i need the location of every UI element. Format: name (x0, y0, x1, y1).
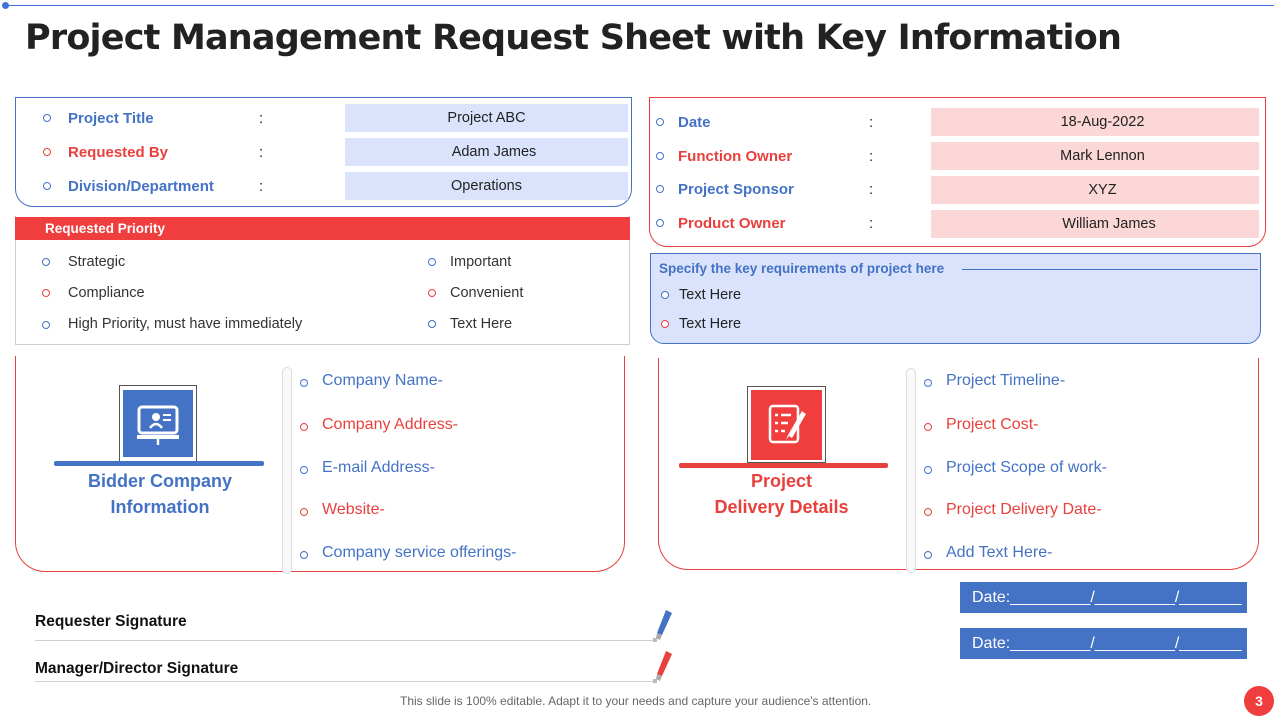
computer-presentation-icon (123, 390, 193, 457)
top-decoration-line (6, 5, 1274, 6)
delivery-heading-line2: Delivery Details (714, 497, 849, 517)
website-field[interactable]: Website- (322, 501, 385, 519)
bullet-icon (661, 320, 669, 328)
company-name-field[interactable]: Company Name- (322, 372, 443, 390)
bullet-icon (656, 152, 664, 160)
page-title: Project Management Request Sheet with Ke… (25, 18, 1122, 58)
service-offerings-field[interactable]: Company service offerings- (322, 544, 516, 562)
priority-option-convenient[interactable]: Convenient (450, 285, 523, 301)
bullet-icon (300, 508, 308, 516)
panel-edge (15, 356, 16, 376)
colon: : (869, 114, 874, 131)
bullet-icon (42, 258, 50, 266)
requirement-item[interactable]: Text Here (679, 287, 741, 303)
blue-pen-icon (653, 610, 672, 642)
bullet-icon (43, 182, 51, 190)
priority-option-strategic[interactable]: Strategic (68, 254, 125, 270)
bidder-heading-line2: Information (110, 497, 210, 517)
manager-signature-label: Manager/Director Signature (35, 660, 239, 677)
manager-signature-line[interactable] (35, 681, 657, 682)
bullet-icon (300, 423, 308, 431)
bullet-icon (43, 114, 51, 122)
colon: : (869, 181, 874, 198)
requirements-title: Specify the key requirements of project … (659, 261, 945, 276)
requested-by-field[interactable]: Adam James (345, 138, 628, 166)
project-sponsor-label: Project Sponsor (678, 181, 794, 198)
company-address-field[interactable]: Company Address- (322, 416, 458, 434)
date-label: Date (678, 114, 711, 131)
requester-signature-label: Requester Signature (35, 613, 187, 630)
bullet-icon (42, 289, 50, 297)
bullet-icon (300, 379, 308, 387)
requested-by-label: Requested By (68, 144, 169, 161)
email-address-field[interactable]: E-mail Address- (322, 459, 435, 477)
bullet-icon (924, 423, 932, 431)
bullet-icon (428, 258, 436, 266)
delivery-heading-line1: Project (750, 471, 813, 491)
project-delivery-date-field[interactable]: Project Delivery Date- (946, 501, 1102, 519)
function-owner-field[interactable]: Mark Lennon (931, 142, 1259, 170)
delivery-heading: Project Delivery Details (667, 468, 896, 520)
bullet-icon (300, 466, 308, 474)
colon: : (259, 144, 264, 161)
checklist-pen-icon (751, 390, 822, 460)
product-owner-field[interactable]: William James (931, 210, 1259, 238)
requester-date-field[interactable]: Date:_________/_________/_______ (960, 582, 1247, 613)
requirement-item[interactable]: Text Here (679, 316, 741, 332)
panel-edge (1258, 358, 1259, 378)
priority-option-important[interactable]: Important (450, 254, 511, 270)
panel-divider (906, 368, 916, 573)
bullet-icon (656, 185, 664, 193)
colon: : (869, 148, 874, 165)
bidder-heading-line1: Bidder Company (87, 471, 233, 491)
priority-option-text-here[interactable]: Text Here (450, 316, 512, 332)
bullet-icon (924, 551, 932, 559)
requirements-title-rule (962, 269, 1258, 270)
project-timeline-field[interactable]: Project Timeline- (946, 372, 1065, 390)
manager-date-field[interactable]: Date:_________/_________/_______ (960, 628, 1247, 659)
project-title-field[interactable]: Project ABC (345, 104, 628, 132)
priority-option-compliance[interactable]: Compliance (68, 285, 145, 301)
product-owner-label: Product Owner (678, 215, 786, 232)
project-scope-field[interactable]: Project Scope of work- (946, 459, 1107, 477)
bullet-icon (300, 551, 308, 559)
colon: : (259, 178, 264, 195)
red-pen-icon (653, 651, 672, 683)
bullet-icon (43, 148, 51, 156)
priority-option-high[interactable]: High Priority, must have immediately (68, 316, 302, 332)
add-text-here-field[interactable]: Add Text Here- (946, 544, 1052, 562)
page-number-badge: 3 (1244, 686, 1274, 716)
division-department-field[interactable]: Operations (345, 172, 628, 200)
panel-divider (282, 367, 292, 574)
function-owner-label: Function Owner (678, 148, 793, 165)
priority-header: Requested Priority (15, 217, 630, 240)
bullet-icon (428, 320, 436, 328)
bullet-icon (656, 118, 664, 126)
project-sponsor-field[interactable]: XYZ (931, 176, 1259, 204)
bidder-underline (54, 461, 264, 466)
requester-signature-line[interactable] (35, 640, 657, 641)
bullet-icon (656, 219, 664, 227)
date-field[interactable]: 18-Aug-2022 (931, 108, 1259, 136)
colon: : (259, 110, 264, 127)
colon: : (869, 215, 874, 232)
bullet-icon (924, 508, 932, 516)
project-cost-field[interactable]: Project Cost- (946, 416, 1038, 434)
panel-edge (624, 356, 625, 376)
bullet-icon (924, 466, 932, 474)
bullet-icon (428, 289, 436, 297)
bullet-icon (42, 321, 50, 329)
bidder-heading: Bidder Company Information (45, 468, 275, 520)
bullet-icon (924, 379, 932, 387)
panel-edge (658, 358, 659, 378)
footer-note: This slide is 100% editable. Adapt it to… (400, 694, 872, 708)
bullet-icon (661, 291, 669, 299)
division-department-label: Division/Department (68, 178, 214, 195)
project-title-label: Project Title (68, 110, 154, 127)
